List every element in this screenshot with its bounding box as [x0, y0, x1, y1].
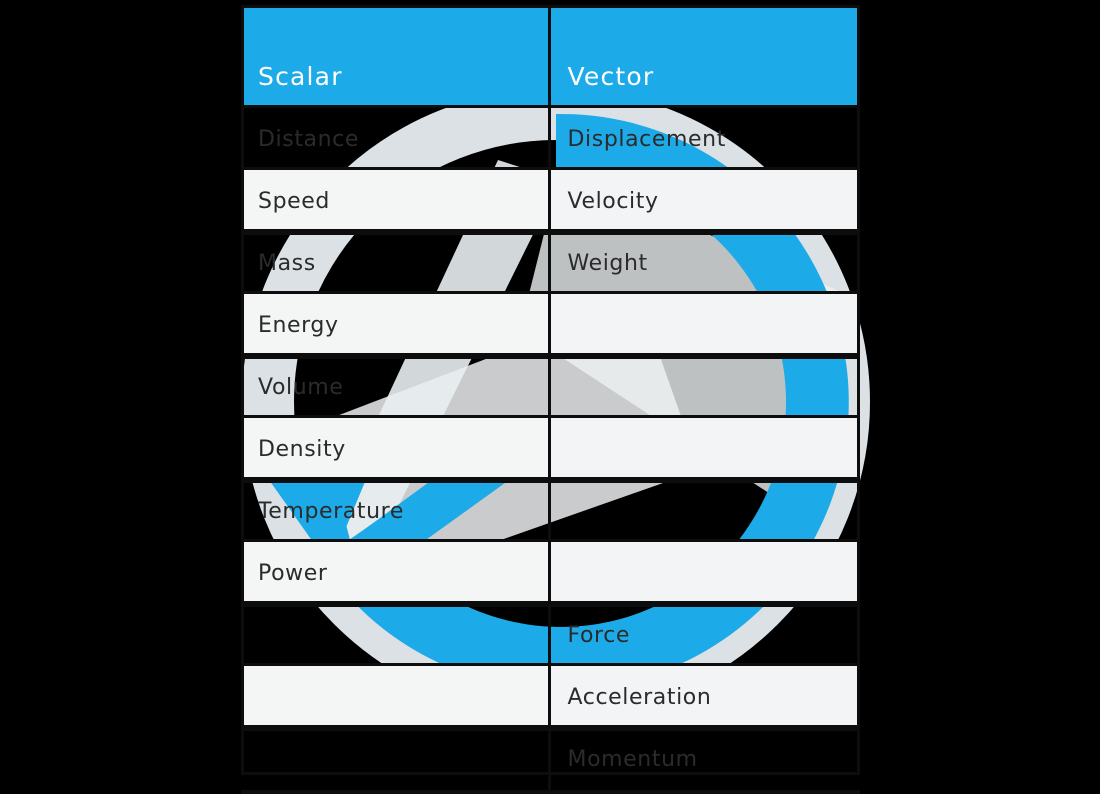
table-row: Speed Velocity: [241, 167, 860, 235]
cell-vector: Momentum: [550, 725, 861, 794]
cell-vector: [550, 291, 860, 359]
cell-vector: [550, 539, 860, 607]
cell-scalar: Temperature: [241, 477, 551, 545]
table-row: Mass Weight: [241, 229, 861, 297]
table-body: Distance Displacement Speed Velocity Mass Wei…: [241, 105, 861, 794]
cell-vector: Acceleration: [550, 663, 860, 731]
cell-scalar: Power: [241, 539, 551, 607]
cell-scalar: Energy: [241, 291, 551, 359]
cell-vector: [550, 477, 861, 545]
cell-scalar: Speed: [241, 167, 551, 235]
column-header-vector: Vector: [550, 5, 860, 108]
cell-scalar: Volume: [241, 353, 551, 421]
cell-vector: [550, 415, 860, 483]
comparison-table-container: Scalar Vector Distance Displacement Speed V…: [241, 5, 860, 794]
column-header-scalar: Scalar: [241, 5, 551, 108]
table-row: Volume: [241, 353, 861, 421]
screen-canvas: Scalar Vector Distance Displacement Speed V…: [0, 0, 1100, 794]
table-header-row: Scalar Vector: [241, 5, 860, 108]
table-row: Temperature: [241, 477, 861, 545]
cell-scalar: [241, 601, 551, 669]
cell-vector: Displacement: [550, 105, 861, 173]
cell-vector: Force: [550, 601, 861, 669]
table-row: Power: [241, 539, 860, 607]
cell-scalar: Mass: [241, 229, 551, 297]
table-row: Density: [241, 415, 860, 483]
scalar-vector-comparison-table: Scalar Vector Distance Displacement Speed V…: [241, 5, 861, 794]
table-row: Energy: [241, 291, 860, 359]
table-row: Force: [241, 601, 861, 669]
table-row: Distance Displacement: [241, 105, 861, 173]
cell-scalar: [241, 663, 551, 731]
cell-vector: [550, 353, 861, 421]
cell-vector: Weight: [550, 229, 861, 297]
table-header: Scalar Vector: [241, 5, 860, 108]
table-row: Acceleration: [241, 663, 860, 731]
cell-vector: Velocity: [550, 167, 860, 235]
table-row: Momentum: [241, 725, 861, 794]
cell-scalar: Distance: [241, 105, 551, 173]
cell-scalar: Density: [241, 415, 551, 483]
cell-scalar: [241, 725, 551, 794]
